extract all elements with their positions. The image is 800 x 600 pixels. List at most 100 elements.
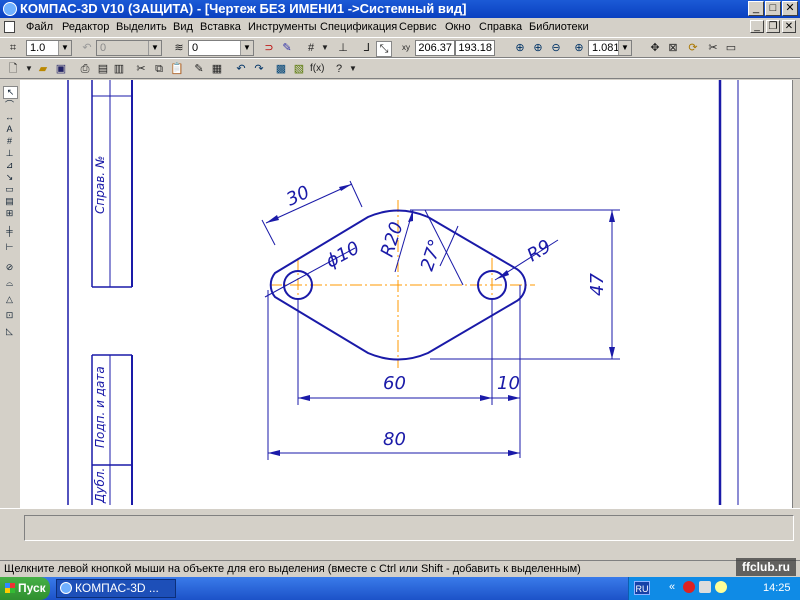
select-tools-icon[interactable]: ↘ [3,172,16,183]
paste-icon[interactable]: 📋 [170,62,184,76]
dim-angle-label[interactable]: 27° [417,237,447,274]
edit-icon[interactable]: # [3,136,16,147]
variables-icon[interactable]: f(x) [310,62,324,76]
zoom-window-icon[interactable]: ⊕ [513,41,527,55]
maximize-button[interactable]: □ [765,1,781,16]
doc-restore-button[interactable]: ❐ [766,20,780,33]
new-dropdown-icon[interactable]: ▼ [22,62,36,76]
snap-step-icon[interactable]: ⌗ [6,41,20,55]
doc-minimize-button[interactable]: _ [750,20,764,33]
copy-icon[interactable]: ⧉ [152,62,166,76]
local-cs-icon[interactable]: ⊥ [336,41,350,55]
step-combo[interactable]: 1.0 ▼ [26,40,72,56]
designations-icon[interactable]: A [3,124,16,135]
tool-segment-icon[interactable]: ⊢ [3,242,16,253]
spec-icon[interactable]: ▤ [3,196,16,207]
drawing-canvas[interactable]: Справ. № Подп. и дата Дубл. 30 ϕ10 R20 2… [20,80,792,508]
menu-window[interactable]: Окно [445,21,471,33]
chevron-down-icon[interactable]: ▼ [618,41,631,55]
kompas-app-icon[interactable] [3,2,17,16]
save-icon[interactable]: ▣ [54,62,68,76]
tool-chamfer-icon[interactable]: ◺ [3,326,16,337]
menu-file[interactable]: Файл [26,21,53,33]
properties-icon[interactable]: ✎ [280,41,294,55]
geometry-icon[interactable]: ⌒ [3,100,16,111]
show-all-icon[interactable]: ⊠ [666,41,680,55]
menu-tools[interactable]: Инструменты [248,21,317,33]
tool-arc-icon[interactable]: ⌓ [3,278,16,289]
new-file-icon[interactable]: 🗋 [6,62,20,76]
angle-icon[interactable]: ↶ [80,41,94,55]
measure-icon[interactable]: ⊿ [3,160,16,171]
tray-expand-icon[interactable]: « [669,581,675,593]
grid-dropdown-icon[interactable]: ▼ [318,41,332,55]
pan-icon[interactable]: ✥ [648,41,662,55]
vertical-scrollbar[interactable] [792,80,800,508]
tool-rectangle-icon[interactable]: ⊡ [3,310,16,321]
dimensions-icon[interactable]: ↔ [3,112,16,123]
tray-volume-icon[interactable] [715,581,727,593]
parametrization-icon[interactable]: ⊥ [3,148,16,159]
clock[interactable]: 14:25 [763,582,791,594]
menu-help[interactable]: Справка [479,21,522,33]
language-indicator[interactable]: RU [634,581,650,595]
menu-service[interactable]: Сервис [399,21,437,33]
property-panel-area[interactable] [24,515,794,541]
context-help-icon[interactable]: ? [332,62,346,76]
menu-view[interactable]: Вид [173,21,193,33]
dim-r20-label[interactable]: R20 [377,219,408,259]
angle-combo[interactable]: 0 ▼ [96,40,162,56]
snap-icon[interactable]: ⤡ [376,41,392,57]
magnet-icon[interactable]: ⊃ [262,41,276,55]
tool-line-icon[interactable]: ╪ [3,226,16,237]
associative-view-icon[interactable]: ▭ [3,184,16,195]
menu-libraries[interactable]: Библиотеки [529,21,589,33]
refresh-icon[interactable]: ⟳ [686,41,700,55]
paint-icon[interactable]: ✂ [706,41,720,55]
zoom-combo[interactable]: 1.0812 ▼ [588,40,632,56]
chevron-down-icon[interactable]: ▼ [240,41,253,55]
minimize-button[interactable]: _ [748,1,764,16]
zoom-scale-icon[interactable]: ⊕ [572,41,586,55]
menu-select[interactable]: Выделить [116,21,167,33]
tool-triangle-icon[interactable]: △ [3,294,16,305]
close-button[interactable]: ✕ [782,1,798,16]
drawing-svg[interactable]: Справ. № Подп. и дата Дубл. 30 ϕ10 R20 2… [20,80,792,508]
menu-edit[interactable]: Редактор [62,21,109,33]
dim-30-label[interactable]: 30 [283,182,313,211]
redo-icon[interactable]: ↷ [252,62,266,76]
manager-icon[interactable]: ▩ [274,62,288,76]
page-setup-icon[interactable]: ▥ [112,62,126,76]
tray-antivirus-icon[interactable] [683,581,695,593]
menu-specification[interactable]: Спецификация [320,21,397,33]
ortho-icon[interactable]: ⅃ [360,41,374,55]
layer-icon[interactable]: ≋ [172,41,186,55]
grid-icon[interactable]: # [304,41,318,55]
select-cursor-icon[interactable]: ↖ [3,86,18,99]
tool-circle-icon[interactable]: ⊘ [3,262,16,273]
zoom-out-icon[interactable]: ⊖ [549,41,563,55]
dim-60-label[interactable]: 60 [383,373,406,394]
tray-network-icon[interactable] [699,581,711,593]
dim-10-label[interactable]: 10 [497,373,520,394]
cursor-y-field[interactable]: 193.18 [455,40,495,56]
document-icon[interactable] [4,21,15,33]
start-button[interactable]: Пуск [0,577,50,600]
cursor-x-field[interactable]: 206.37 [415,40,455,56]
layer-combo[interactable]: 0 ▼ [188,40,254,56]
chevron-down-icon[interactable]: ▼ [58,41,71,55]
rebuild-icon[interactable]: ▭ [724,41,738,55]
dim-47-label[interactable]: 47 [587,273,608,296]
print-icon[interactable]: ⎙ [78,62,92,76]
dim-diameter-label[interactable]: ϕ10 [322,238,363,273]
properties-table-icon[interactable]: ▦ [210,62,224,76]
print-preview-icon[interactable]: ▤ [96,62,110,76]
doc-close-button[interactable]: ✕ [782,20,796,33]
help-dropdown-icon[interactable]: ▼ [346,62,360,76]
undo-icon[interactable]: ↶ [234,62,248,76]
zoom-in-icon[interactable]: ⊕ [531,41,545,55]
reports-icon[interactable]: ⊞ [3,208,16,219]
library-icon[interactable]: ▧ [292,62,306,76]
open-folder-icon[interactable]: ▰ [36,62,50,76]
taskbar-kompas-button[interactable]: КОМПАС-3D ... [56,579,176,598]
